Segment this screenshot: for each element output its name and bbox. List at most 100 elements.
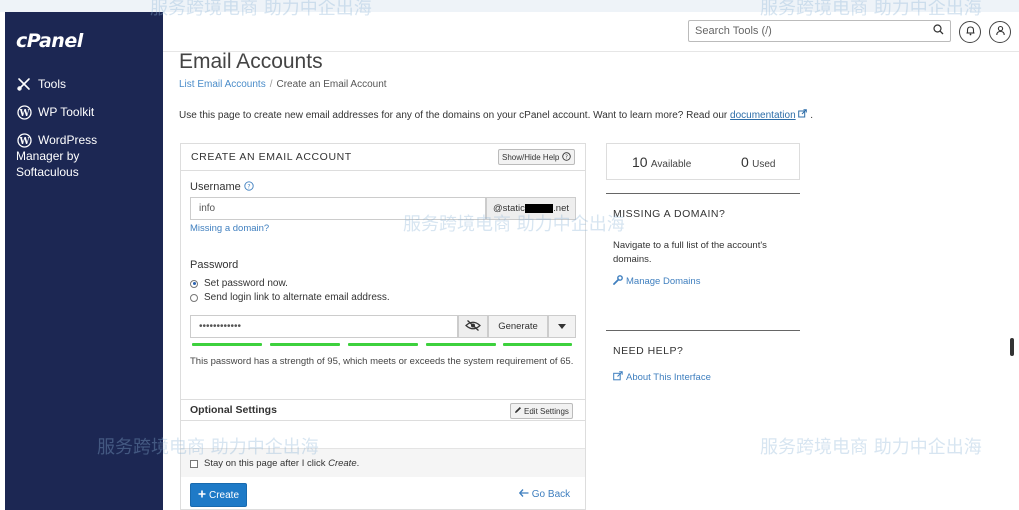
- used-stat: 0 Used: [741, 154, 776, 170]
- manage-domains-link[interactable]: Manage Domains: [613, 275, 700, 288]
- search-box: [688, 20, 951, 42]
- question-circle-icon: ?: [562, 151, 572, 163]
- panel-header: CREATE AN EMAIL ACCOUNT Show/Hide Help ?: [181, 144, 585, 171]
- radio-label: Set password now.: [204, 278, 288, 289]
- manage-domains-label: Manage Domains: [626, 276, 701, 287]
- username-input[interactable]: info: [190, 197, 486, 220]
- svg-text:W: W: [18, 136, 30, 146]
- edit-settings-button[interactable]: Edit Settings: [510, 403, 573, 419]
- radio-label: Send login link to alternate email addre…: [204, 292, 390, 303]
- sidebar-nav: Tools W WP Toolkit W WordPress Manager b…: [16, 76, 161, 192]
- sidebar-item-tools[interactable]: Tools: [16, 76, 161, 92]
- radio-dot[interactable]: [190, 293, 198, 302]
- go-back-link[interactable]: Go Back: [518, 489, 571, 500]
- sidebar-item-wp-toolkit[interactable]: W WP Toolkit: [16, 104, 161, 120]
- password-strength-note: This password has a strength of 95, whic…: [190, 356, 574, 367]
- password-strength-meter: [190, 343, 572, 346]
- eye-slash-icon: [465, 319, 481, 334]
- search-input[interactable]: [695, 25, 933, 37]
- notifications-button[interactable]: [959, 21, 981, 43]
- divider: [606, 330, 800, 331]
- domain-prefix: @static: [493, 203, 525, 214]
- documentation-link[interactable]: documentation: [730, 110, 796, 121]
- sidebar-item-label: Tools: [38, 77, 67, 91]
- search-icon[interactable]: [933, 24, 944, 38]
- help-toggle-label: Show/Hide Help: [502, 152, 560, 162]
- arrow-left-icon: [518, 489, 532, 500]
- generate-options-dropdown[interactable]: [548, 315, 576, 338]
- intro-end: .: [810, 110, 813, 121]
- scrollbar-handle[interactable]: [1010, 338, 1014, 356]
- sidebar: cPanel Tools W WP Toolkit W WordPress Ma…: [5, 12, 163, 510]
- external-link-icon[interactable]: [798, 109, 810, 121]
- radio-dot-selected[interactable]: [190, 279, 198, 288]
- svg-text:?: ?: [565, 154, 568, 160]
- wordpress-icon: W: [16, 104, 32, 120]
- panel-heading: CREATE AN EMAIL ACCOUNT: [191, 151, 352, 163]
- generate-password-button[interactable]: Generate: [488, 315, 548, 338]
- password-value: ••••••••••••: [199, 321, 242, 332]
- divider: [606, 193, 800, 194]
- watermark-text: 服务跨境电商 助力中企出海: [760, 437, 982, 458]
- username-label-wrap: Username ?: [190, 181, 254, 193]
- email-stats-box: 10 Available 0 Used: [606, 143, 800, 180]
- about-interface-link[interactable]: About This Interface: [613, 371, 711, 384]
- password-input[interactable]: ••••••••••••: [190, 315, 458, 338]
- username-label: Username: [190, 181, 241, 193]
- plus-icon: [198, 490, 206, 501]
- user-icon: [995, 25, 1006, 39]
- need-help-heading: NEED HELP?: [613, 345, 684, 357]
- sidebar-item-wordpress-manager[interactable]: W WordPress Manager by Softaculous: [16, 132, 161, 180]
- radio-set-password[interactable]: Set password now.: [190, 278, 288, 289]
- toggle-visibility-button[interactable]: [458, 315, 488, 338]
- available-stat: 10 Available: [632, 154, 691, 170]
- used-count: 0: [741, 154, 749, 170]
- caret-down-icon: [558, 321, 566, 332]
- sidebar-item-row: W WordPress: [16, 132, 97, 148]
- tools-icon: [16, 76, 32, 92]
- svg-text:?: ?: [247, 183, 250, 190]
- sidebar-item-label: WordPress: [38, 133, 98, 147]
- intro-body: Use this page to create new email addres…: [179, 110, 728, 121]
- domain-suffix: .net: [553, 203, 569, 214]
- strength-segment: [503, 343, 572, 346]
- pencil-icon: [514, 406, 522, 416]
- domain-select[interactable]: @static .net: [486, 197, 576, 220]
- domain-redaction: [524, 204, 554, 213]
- user-menu-button[interactable]: [989, 21, 1011, 43]
- question-circle-icon[interactable]: ?: [244, 181, 254, 193]
- used-label: Used: [752, 159, 776, 170]
- stay-label: Stay on this page after I click: [204, 458, 326, 469]
- optional-settings-row: Optional Settings Edit Settings: [181, 399, 585, 421]
- checkbox-box[interactable]: [190, 459, 198, 468]
- go-back-label: Go Back: [531, 489, 571, 500]
- breadcrumb-list-email-accounts[interactable]: List Email Accounts: [179, 79, 266, 90]
- top-strip: [0, 0, 1019, 12]
- sidebar-item-label-line3: Softaculous: [16, 165, 79, 179]
- username-value: info: [199, 203, 216, 214]
- stay-on-page-checkbox[interactable]: Stay on this page after I click Create.: [190, 458, 359, 469]
- missing-domain-link[interactable]: Missing a domain?: [190, 223, 269, 234]
- generate-label: Generate: [498, 321, 538, 332]
- form-footer-options: Stay on this page after I click Create.: [181, 448, 585, 477]
- intro-text: Use this page to create new email addres…: [179, 109, 813, 121]
- missing-domain-text: Navigate to a full list of the account's…: [613, 240, 767, 265]
- wrench-icon: [613, 275, 623, 288]
- about-interface-label: About This Interface: [626, 372, 711, 383]
- show-hide-help-button[interactable]: Show/Hide Help ?: [498, 149, 576, 165]
- radio-send-login-link[interactable]: Send login link to alternate email addre…: [190, 292, 390, 303]
- wordpress-icon: W: [16, 132, 32, 148]
- bell-icon: [965, 25, 976, 39]
- create-button[interactable]: Create: [190, 483, 247, 507]
- strength-segment: [348, 343, 418, 346]
- page-title: Email Accounts: [179, 50, 323, 73]
- available-label: Available: [650, 159, 692, 170]
- top-header: [163, 12, 1019, 52]
- sidebar-item-label: WP Toolkit: [38, 105, 95, 119]
- breadcrumb: List Email Accounts / Create an Email Acco…: [179, 79, 387, 90]
- cpanel-logo[interactable]: cPanel: [16, 30, 83, 52]
- breadcrumb-separator: /: [269, 79, 273, 90]
- stay-label-end: .: [356, 458, 360, 469]
- external-link-icon: [613, 371, 623, 384]
- create-label: Create: [208, 489, 239, 501]
